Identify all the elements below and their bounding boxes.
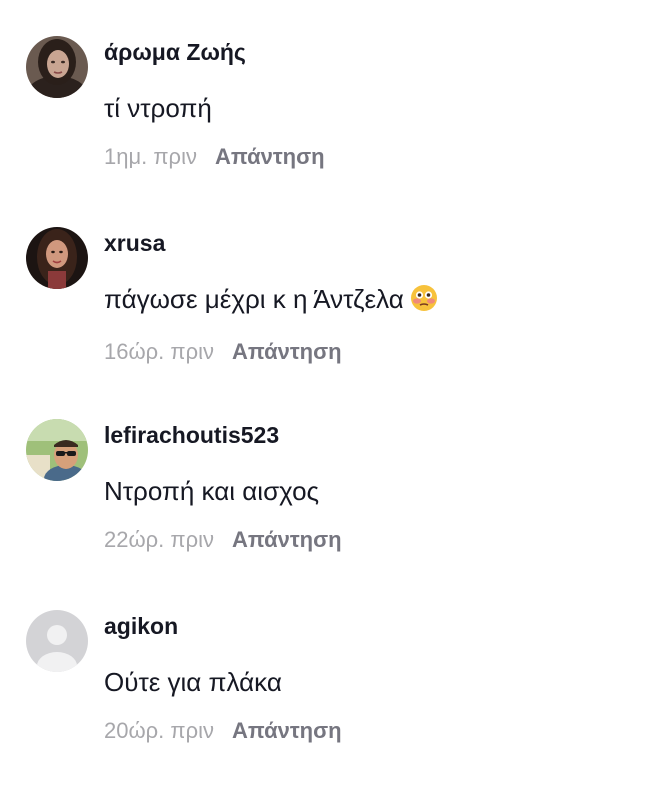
flushed-face-emoji-icon bbox=[410, 284, 438, 320]
woman-long-hair-photo-icon bbox=[26, 227, 88, 289]
comment-item: agikon Ούτε για πλάκα 20ώρ. πριν Απάντηση bbox=[0, 610, 650, 790]
man-sunglasses-photo-icon bbox=[26, 419, 88, 481]
comment-text: πάγωσε μέχρι κ η Άντζελα bbox=[104, 282, 630, 320]
comment-text: τί ντροπή bbox=[104, 93, 212, 123]
comment-item: άρωμα Ζωής τί ντροπή 1ημ. πριν Απάντηση bbox=[0, 36, 650, 216]
comment-item: lefirachoutis523 Ντροπή και αισχος 22ώρ.… bbox=[0, 419, 650, 599]
default-user-icon bbox=[26, 610, 88, 672]
comment-text-content: πάγωσε μέχρι κ η Άντζελα bbox=[104, 284, 404, 314]
comment-username[interactable]: agikon bbox=[104, 611, 630, 641]
comment-username[interactable]: lefirachoutis523 bbox=[104, 420, 630, 450]
comment-meta: 20ώρ. πριν Απάντηση bbox=[104, 717, 630, 745]
avatar[interactable] bbox=[26, 227, 88, 289]
avatar[interactable] bbox=[26, 419, 88, 481]
comment-item: xrusa πάγωσε μέχρι κ η Άντζελα 16ώρ. πρι… bbox=[0, 227, 650, 407]
comment-username[interactable]: xrusa bbox=[104, 228, 630, 258]
woman-dark-hair-photo-icon bbox=[26, 36, 88, 98]
comment-text: Ούτε για πλάκα bbox=[104, 667, 282, 697]
reply-button[interactable]: Απάντηση bbox=[215, 144, 325, 169]
comment-username[interactable]: άρωμα Ζωής bbox=[104, 37, 630, 67]
comment-meta: 22ώρ. πριν Απάντηση bbox=[104, 526, 630, 554]
reply-button[interactable]: Απάντηση bbox=[232, 718, 342, 743]
comment-time: 22ώρ. πριν bbox=[104, 527, 214, 552]
comment-meta: 16ώρ. πριν Απάντηση bbox=[104, 338, 630, 366]
avatar[interactable] bbox=[26, 36, 88, 98]
comment-time: 20ώρ. πριν bbox=[104, 718, 214, 743]
avatar[interactable] bbox=[26, 610, 88, 672]
comment-time: 1ημ. πριν bbox=[104, 144, 197, 169]
comment-meta: 1ημ. πριν Απάντηση bbox=[104, 143, 630, 171]
reply-button[interactable]: Απάντηση bbox=[232, 339, 342, 364]
comment-time: 16ώρ. πριν bbox=[104, 339, 214, 364]
reply-button[interactable]: Απάντηση bbox=[232, 527, 342, 552]
comment-text: Ντροπή και αισχος bbox=[104, 476, 320, 506]
